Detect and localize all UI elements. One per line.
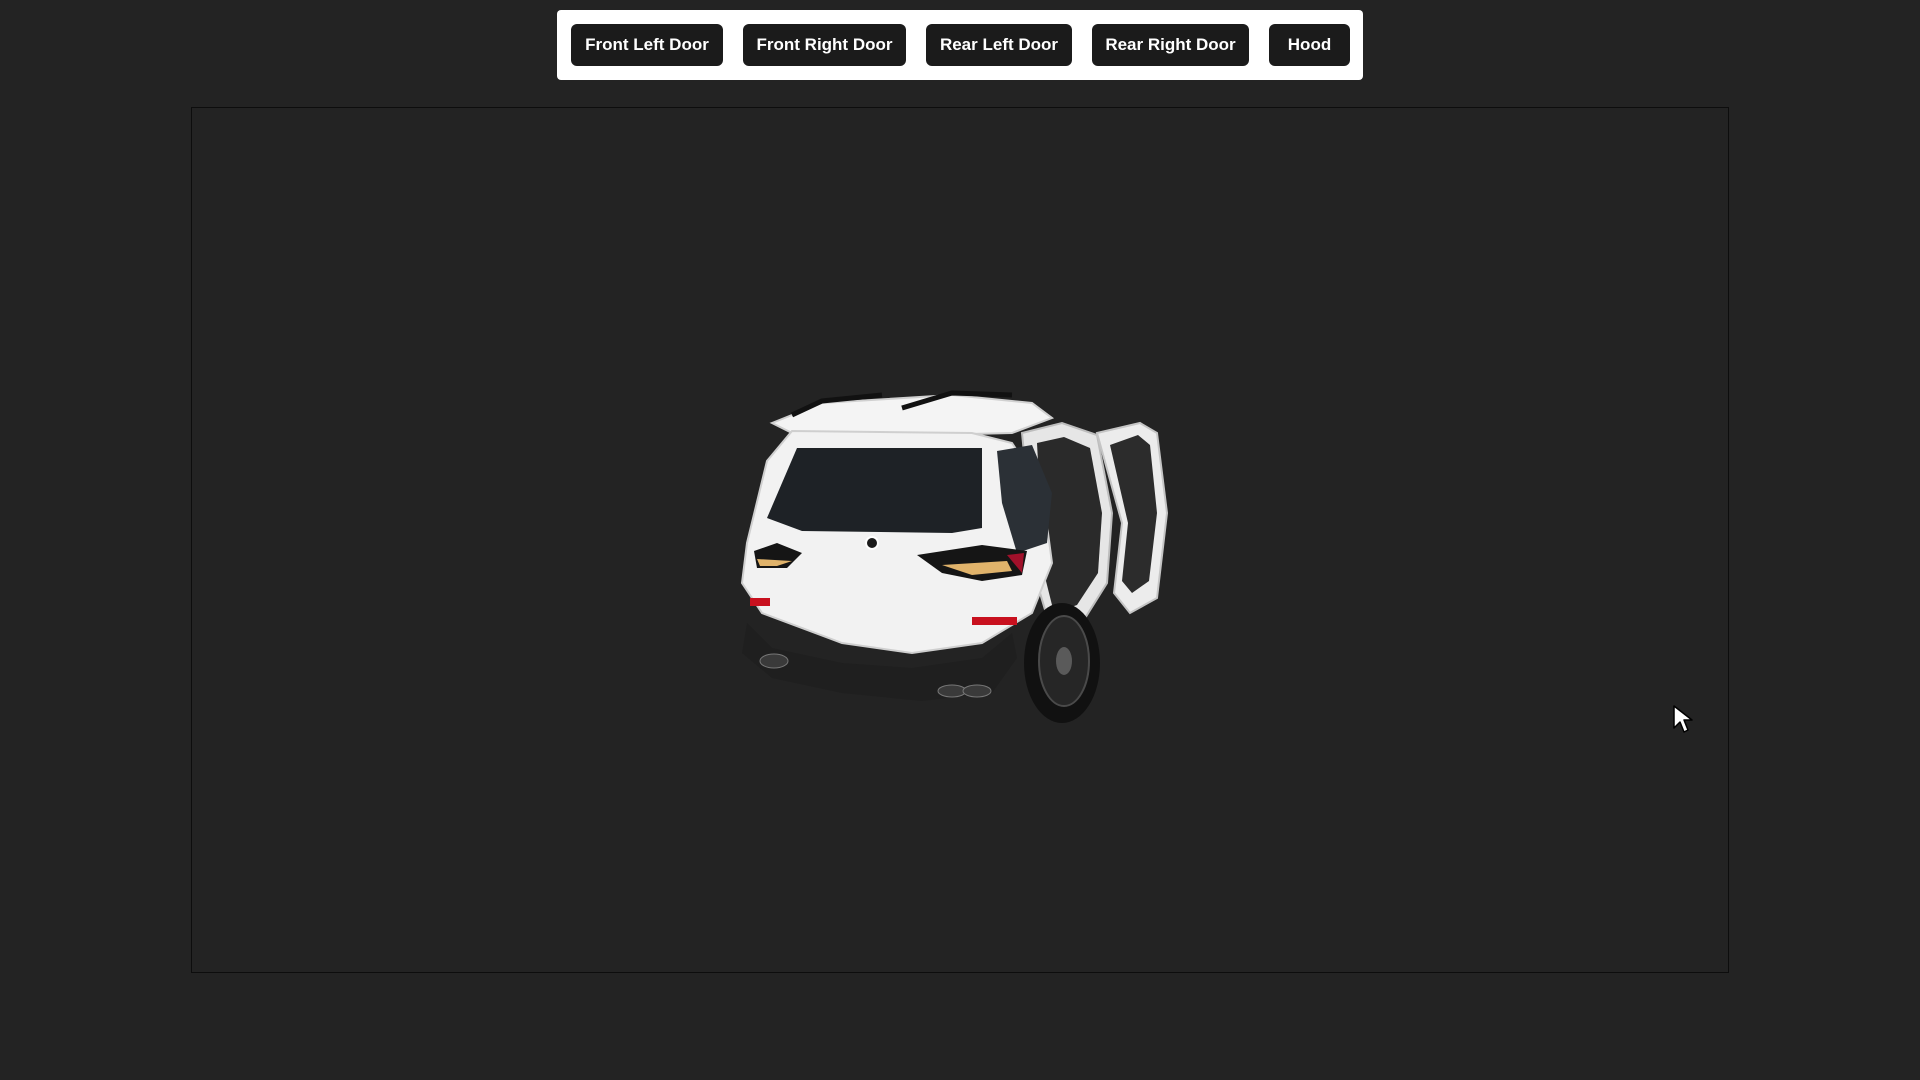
hood-button[interactable]: Hood (1269, 24, 1350, 66)
front-left-door-button[interactable]: Front Left Door (571, 24, 723, 66)
door-control-toolbar: Front Left Door Front Right Door Rear Le… (557, 10, 1363, 80)
car-model[interactable] (652, 283, 1212, 743)
rear-right-door-button[interactable]: Rear Right Door (1092, 24, 1249, 66)
rear-left-door-button[interactable]: Rear Left Door (926, 24, 1072, 66)
front-right-door-button[interactable]: Front Right Door (743, 24, 906, 66)
mouse-pointer-icon (1673, 705, 1693, 733)
3d-viewer-canvas[interactable] (191, 107, 1729, 973)
